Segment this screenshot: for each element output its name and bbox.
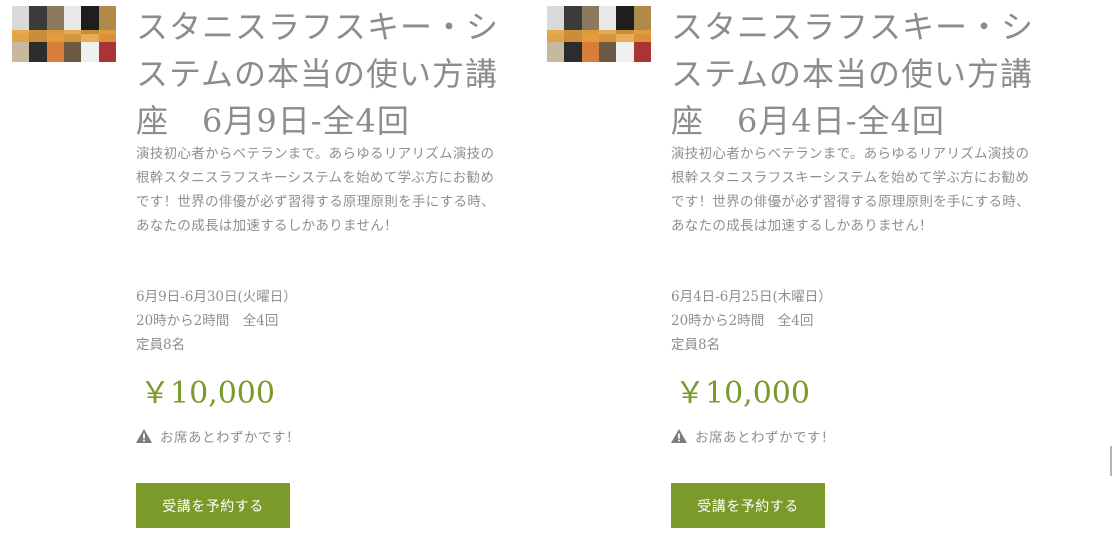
availability-notice: お席あとわずかです！ <box>671 426 835 446</box>
course-schedule: 6月4日-6月25日(木曜日） 20時から2時間 全4回 定員8名 <box>671 285 1041 357</box>
course-description: 演技初心者からベテランまで。あらゆるリアリズム演技の根幹スタニスラフスキーシステ… <box>671 146 1030 234</box>
course-schedule: 6月9日-6月30日(火曜日） 20時から2時間 全4回 定員8名 <box>136 285 506 357</box>
schedule-capacity: 定員8名 <box>671 337 721 353</box>
reserve-button[interactable]: 受講を予約する <box>671 483 825 528</box>
warning-icon <box>671 429 687 443</box>
course-title[interactable]: スタニスラフスキー・システムの本当の使い方講座 6月9日-全4回 <box>136 4 516 145</box>
reserve-button[interactable]: 受講を予約する <box>136 483 290 528</box>
course-card: スタニスラフスキー・システムの本当の使い方講座 6月9日-全4回 演技初心者から… <box>12 0 532 534</box>
course-price: ￥10,000 <box>140 376 275 411</box>
schedule-dates: 6月4日-6月25日(木曜日） <box>671 289 832 305</box>
schedule-time: 20時から2時間 全4回 <box>671 313 814 329</box>
course-price: ￥10,000 <box>675 376 810 411</box>
schedule-time: 20時から2時間 全4回 <box>136 313 279 329</box>
course-thumbnail[interactable] <box>12 6 116 62</box>
warning-icon <box>136 429 152 443</box>
course-description: 演技初心者からベテランまで。あらゆるリアリズム演技の根幹スタニスラフスキーシステ… <box>136 146 495 234</box>
course-card: スタニスラフスキー・システムの本当の使い方講座 6月4日-全4回 演技初心者から… <box>547 0 1067 534</box>
notice-text: お席あとわずかです！ <box>160 430 300 446</box>
notice-text: お席あとわずかです！ <box>695 430 835 446</box>
course-thumbnail[interactable] <box>547 6 651 62</box>
availability-notice: お席あとわずかです！ <box>136 426 300 446</box>
schedule-capacity: 定員8名 <box>136 337 186 353</box>
course-listing: スタニスラフスキー・システムの本当の使い方講座 6月9日-全4回 演技初心者から… <box>0 0 1113 534</box>
course-title[interactable]: スタニスラフスキー・システムの本当の使い方講座 6月4日-全4回 <box>671 4 1051 145</box>
schedule-dates: 6月9日-6月30日(火曜日） <box>136 289 297 305</box>
